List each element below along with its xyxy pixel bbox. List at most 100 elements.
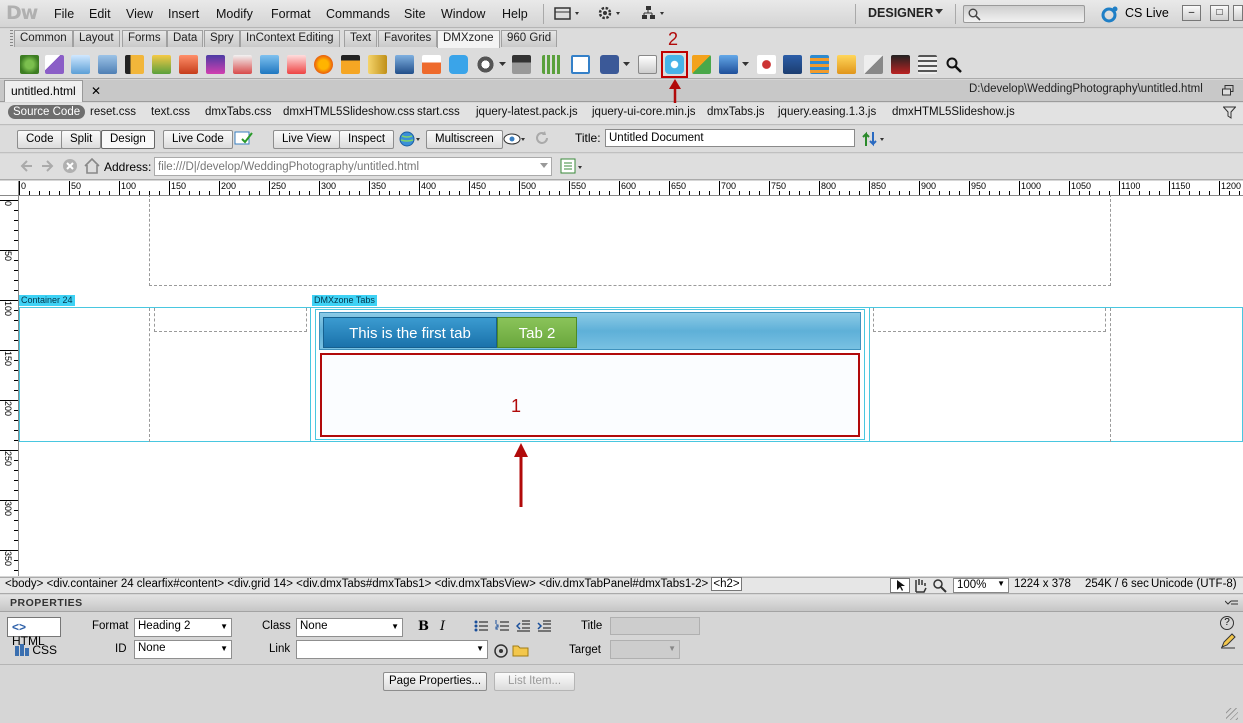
- menu-site[interactable]: Site: [404, 7, 426, 21]
- split-view-button[interactable]: Split: [61, 130, 102, 149]
- related-file[interactable]: dmxHTML5Slideshow.js: [892, 106, 1015, 118]
- dmx-tool-icon[interactable]: [125, 55, 144, 74]
- panel-menu-icon[interactable]: [1225, 598, 1239, 608]
- tab-data[interactable]: Data: [167, 30, 204, 47]
- document-icon[interactable]: [638, 55, 657, 74]
- dmx-tool-icon[interactable]: [837, 55, 856, 74]
- menu-edit[interactable]: Edit: [89, 7, 111, 21]
- dmx-tool-icon[interactable]: [45, 55, 64, 74]
- grid-container-top[interactable]: [149, 196, 1111, 286]
- dmx-tool-icon[interactable]: [179, 55, 198, 74]
- menu-file[interactable]: File: [54, 7, 74, 21]
- menu-window[interactable]: Window: [441, 7, 485, 21]
- chevron-down-icon[interactable]: [499, 62, 506, 67]
- code-view-button[interactable]: Code: [17, 130, 63, 149]
- bold-icon[interactable]: B: [418, 619, 429, 634]
- video-icon[interactable]: [512, 55, 531, 74]
- tab-dmxzone[interactable]: DMXzone: [437, 30, 500, 48]
- inspect-button[interactable]: Inspect: [339, 130, 395, 149]
- related-file[interactable]: dmxTabs.js: [707, 106, 765, 118]
- tab-layout[interactable]: Layout: [73, 30, 120, 47]
- indent-icon[interactable]: [537, 619, 551, 633]
- file-management-icon[interactable]: [862, 130, 886, 148]
- related-file[interactable]: dmxTabs.css: [205, 106, 271, 118]
- select-tool-icon[interactable]: [890, 578, 910, 593]
- dmx-tabs-icon[interactable]: [665, 55, 684, 74]
- class-select[interactable]: None ▼: [296, 618, 403, 637]
- design-view[interactable]: Container 24 DMXzone Tabs This is the fi…: [19, 196, 1243, 576]
- menu-view[interactable]: View: [126, 7, 153, 21]
- dmx-tool-icon[interactable]: [757, 55, 776, 74]
- restore-document-icon[interactable]: [1222, 85, 1234, 96]
- source-code-button[interactable]: Source Code: [8, 105, 86, 119]
- visual-aids-icon[interactable]: [502, 130, 528, 148]
- target-select[interactable]: ▼: [610, 640, 680, 659]
- outdent-icon[interactable]: [516, 619, 530, 633]
- related-file[interactable]: reset.css: [90, 106, 136, 118]
- tag-path[interactable]: <body> <div.container 24 clearfix#conten…: [5, 578, 708, 590]
- back-icon[interactable]: [20, 159, 34, 173]
- page-properties-button[interactable]: Page Properties...: [383, 672, 488, 691]
- tag-selector[interactable]: <body> <div.container 24 clearfix#conten…: [5, 577, 742, 591]
- fullscreen-icon[interactable]: [571, 55, 590, 74]
- ordered-list-icon[interactable]: [495, 619, 509, 633]
- id-select[interactable]: None ▼: [134, 640, 232, 659]
- browse-options-icon[interactable]: [560, 158, 584, 176]
- dmx-tool-icon[interactable]: [891, 55, 910, 74]
- dmx-tool-icon[interactable]: [864, 55, 883, 74]
- dmx-tool-icon[interactable]: [152, 55, 171, 74]
- check-browser-icon[interactable]: [234, 130, 258, 148]
- help-search-input[interactable]: [963, 5, 1085, 23]
- quick-tag-editor-icon[interactable]: [1220, 633, 1236, 649]
- restore-button[interactable]: □: [1210, 5, 1229, 21]
- dmx-tool-icon[interactable]: [233, 55, 252, 74]
- zoom-icon[interactable]: [946, 57, 962, 73]
- tab-incontext-editing[interactable]: InContext Editing: [240, 30, 340, 47]
- stop-icon[interactable]: [62, 158, 78, 174]
- related-file[interactable]: jquery-ui-core.min.js: [592, 106, 696, 118]
- address-input[interactable]: [154, 157, 552, 176]
- design-view-button[interactable]: Design: [101, 130, 155, 149]
- html-mode-button[interactable]: <> HTML: [7, 617, 61, 648]
- zoom-select[interactable]: 100% ▼: [953, 578, 1009, 593]
- close-tab-icon[interactable]: ✕: [91, 84, 101, 98]
- css-mode-button[interactable]: CSS: [15, 643, 57, 657]
- chevron-down-icon[interactable]: [742, 62, 749, 67]
- chevron-down-icon[interactable]: [623, 62, 630, 67]
- tab-panel[interactable]: [320, 353, 860, 437]
- dmx-tool-icon[interactable]: [783, 55, 802, 74]
- zoom-tool-icon[interactable]: [932, 578, 948, 593]
- chevron-down-icon[interactable]: [540, 163, 548, 169]
- window-size[interactable]: 1224 x 378: [1014, 578, 1071, 590]
- dmx-tool-icon[interactable]: [287, 55, 306, 74]
- dmx-tool-icon[interactable]: [314, 55, 333, 74]
- multiscreen-button[interactable]: Multiscreen: [426, 130, 503, 149]
- forward-icon[interactable]: [40, 159, 54, 173]
- live-view-button[interactable]: Live View: [273, 130, 341, 149]
- resize-grip[interactable]: [1226, 708, 1238, 720]
- menu-help[interactable]: Help: [502, 7, 528, 21]
- panel-grip[interactable]: [10, 30, 13, 47]
- site-manager-icon[interactable]: [641, 5, 671, 21]
- dmx-tool-icon[interactable]: [395, 55, 414, 74]
- audio-icon[interactable]: [476, 55, 495, 74]
- document-title-input[interactable]: [605, 129, 855, 147]
- current-tag[interactable]: <h2>: [711, 577, 742, 591]
- live-code-button[interactable]: Live Code: [163, 130, 233, 149]
- list-icon[interactable]: [918, 55, 937, 74]
- dmx-tool-icon[interactable]: [368, 55, 387, 74]
- italic-icon[interactable]: I: [440, 619, 445, 634]
- tab-common[interactable]: Common: [14, 30, 73, 47]
- twitter-icon[interactable]: [449, 55, 468, 74]
- menu-format[interactable]: Format: [271, 7, 311, 21]
- unordered-list-icon[interactable]: [474, 619, 488, 633]
- tab-favorites[interactable]: Favorites: [378, 30, 438, 47]
- dmx-tool-icon[interactable]: [692, 55, 711, 74]
- dmx-tool-icon[interactable]: [260, 55, 279, 74]
- close-button[interactable]: [1233, 5, 1243, 21]
- ruler-origin[interactable]: [0, 181, 19, 196]
- dmx-tool-icon[interactable]: [719, 55, 738, 74]
- menu-modify[interactable]: Modify: [216, 7, 253, 21]
- list-item-button[interactable]: List Item...: [494, 672, 576, 691]
- preview-globe-icon[interactable]: [398, 130, 422, 148]
